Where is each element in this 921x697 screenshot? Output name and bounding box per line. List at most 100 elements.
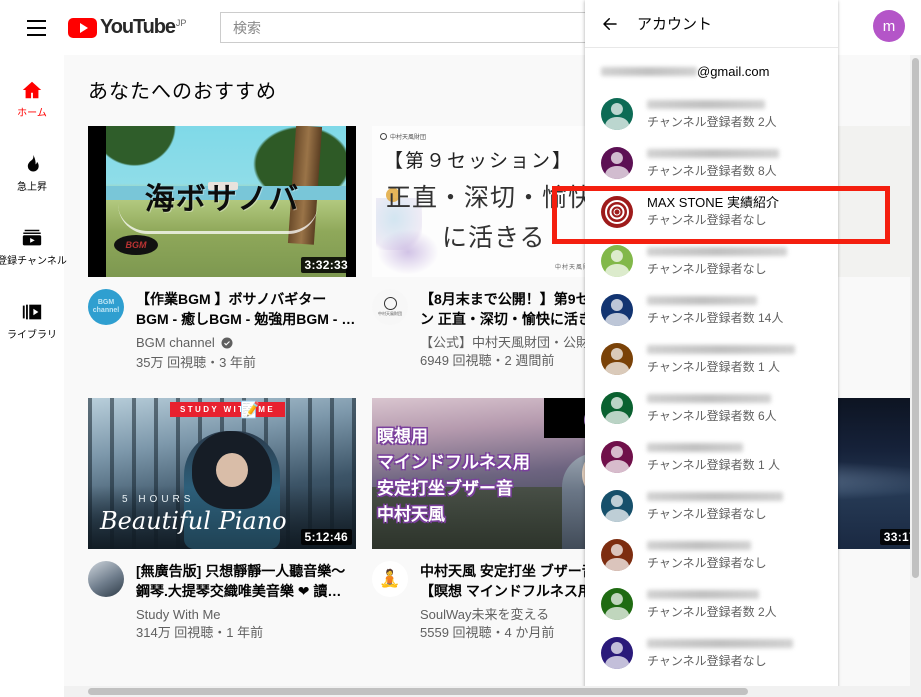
account-list-item[interactable]: チャンネル登録者数 1 人 [585, 432, 838, 481]
thumbnail-tag: STUDY WITH ME [170, 402, 285, 417]
account-item-subscribers: チャンネル登録者なし [647, 261, 828, 278]
account-list-item[interactable]: MAX STONE 実績紹介チャンネル登録者なし [585, 187, 838, 236]
account-item-name: MAX STONE 実績紹介 [647, 195, 828, 211]
blurred-channel-name [647, 492, 783, 501]
account-item-subscribers: チャンネル登録者数 2人 [647, 604, 828, 621]
account-avatar [601, 98, 633, 130]
video-meta: [無廣告版] 只想靜靜一人聽音樂〜鋼琴.大提琴交織唯美音樂 ❤ 讀書.... S… [88, 549, 356, 642]
blurred-channel-name [647, 345, 795, 354]
account-item-subscribers: チャンネル登録者なし [647, 555, 828, 572]
avatar[interactable]: m [873, 10, 905, 42]
maxstone-logo-icon [601, 196, 633, 228]
account-avatar [601, 343, 633, 375]
thumbnail-line-1: 瞑想用 [377, 422, 428, 447]
account-panel-title: アカウント [637, 13, 712, 34]
thumbnail-line-2: マインドフルネス用 [377, 448, 530, 473]
video-title[interactable]: 【作業BGM 】ボサノバギターBGM - 癒しBGM - 勉強用BGM - リラ… [136, 289, 356, 329]
thumbnail-line-3: 安定打坐ブザー音 [377, 474, 513, 499]
video-card[interactable]: STUDY WITH ME 📝 5 HOURS Beautiful Piano … [88, 398, 356, 642]
blurred-channel-name [647, 100, 765, 109]
account-item-text: MAX STONE 実績紹介チャンネル登録者なし [647, 195, 838, 229]
youtube-page: YouTube JP m ホーム 急上昇 [0, 0, 921, 697]
account-email: @gmail.com [585, 48, 838, 89]
thumbnail-text: 海ボサノバ [88, 174, 356, 218]
account-list-item[interactable]: チャンネル登録者数 14人 [585, 285, 838, 334]
account-item-name [647, 243, 828, 260]
notebook-icon: 📝 [240, 400, 260, 420]
account-item-name [647, 390, 828, 407]
video-duration: 3:32:33 [301, 257, 352, 273]
channel-avatar[interactable]: 中村天風財団 [372, 289, 408, 325]
blurred-channel-name [647, 247, 787, 256]
home-icon [20, 78, 44, 102]
blurred-channel-name [647, 639, 793, 648]
blurred-channel-name [647, 541, 751, 550]
account-item-subscribers: チャンネル登録者数 1 人 [647, 359, 828, 376]
video-duration: 5:12:46 [301, 529, 352, 545]
account-item-name [647, 96, 828, 113]
account-list-item[interactable]: チャンネル登録者数 6人 [585, 383, 838, 432]
account-item-text: チャンネル登録者数 2人 [647, 96, 838, 131]
account-list-item[interactable]: チャンネル登録者なし [585, 530, 838, 579]
thumbnail-hours: 5 HOURS [122, 494, 194, 505]
account-item-subscribers: チャンネル登録者数 6人 [647, 408, 828, 425]
account-item-name [647, 537, 828, 554]
sidebar-item-label: 急上昇 [17, 182, 47, 193]
video-stats: 314万 回視聴・1 年前 [136, 624, 356, 642]
hamburger-menu-icon[interactable] [16, 8, 56, 48]
video-card[interactable]: 海ボサノバ BGM 3:32:33 BGMchannel 【作業BGM 】ボサノ… [88, 126, 356, 372]
horizontal-scrollbar-thumb[interactable] [88, 688, 748, 695]
account-list[interactable]: チャンネル登録者数 2人チャンネル登録者数 8人MAX STONE 実績紹介チャ… [585, 89, 838, 697]
blurred-channel-name [647, 149, 779, 158]
thumbnail-line-4: 中村天風 [377, 500, 445, 525]
subscriptions-icon [20, 226, 44, 250]
video-thumbnail[interactable]: 海ボサノバ BGM 3:32:33 [88, 126, 356, 277]
account-avatar [601, 441, 633, 473]
thumbnail-line-3: に活きる [442, 218, 546, 254]
arrow-left-icon[interactable] [601, 15, 619, 33]
channel-avatar[interactable] [88, 561, 124, 597]
account-list-item[interactable]: チャンネル登録者数 2人 [585, 579, 838, 628]
channel-avatar[interactable]: 🧘 [372, 561, 408, 597]
channel-name[interactable]: BGM channel [136, 334, 356, 354]
account-list-item[interactable]: チャンネル登録者なし [585, 481, 838, 530]
youtube-logo[interactable]: YouTube JP [68, 17, 186, 38]
account-list-item[interactable]: チャンネル登録者数 8人 [585, 138, 838, 187]
account-item-text: チャンネル登録者数 1 人 [647, 439, 838, 474]
blurred-channel-name [647, 443, 743, 452]
vertical-scrollbar-thumb[interactable] [912, 58, 919, 578]
video-thumbnail[interactable]: STUDY WITH ME 📝 5 HOURS Beautiful Piano … [88, 398, 356, 549]
sidebar-item-subscriptions[interactable]: 登録チャンネル [0, 209, 64, 283]
account-item-subscribers: チャンネル登録者なし [647, 212, 828, 229]
thumbnail-title: Beautiful Piano [100, 507, 287, 535]
account-item-subscribers: チャンネル登録者なし [647, 653, 828, 670]
sidebar-item-home[interactable]: ホーム [0, 61, 64, 135]
account-avatar [601, 539, 633, 571]
channel-name[interactable]: Study With Me [136, 606, 356, 624]
sidebar-item-trending[interactable]: 急上昇 [0, 135, 64, 209]
account-avatar [601, 588, 633, 620]
account-item-subscribers: チャンネル登録者数 2人 [647, 114, 828, 131]
account-item-name [647, 145, 828, 162]
account-list-item[interactable]: チャンネル登録者なし [585, 236, 838, 285]
sidebar-item-library[interactable]: ライブラリ [0, 283, 64, 357]
account-item-text: チャンネル登録者数 2人 [647, 586, 838, 621]
account-item-text: チャンネル登録者数 14人 [647, 292, 838, 327]
account-list-item[interactable]: チャンネル登録者数 2人 [585, 89, 838, 138]
account-avatar [601, 245, 633, 277]
account-avatar [601, 294, 633, 326]
account-list-item[interactable]: チャンネル登録者数 1 人 [585, 334, 838, 383]
play-icon [68, 18, 97, 38]
verified-icon [221, 336, 233, 354]
library-icon [20, 300, 44, 324]
account-item-name [647, 341, 828, 358]
video-title[interactable]: [無廣告版] 只想靜靜一人聽音樂〜鋼琴.大提琴交織唯美音樂 ❤ 讀書.... [136, 561, 356, 601]
account-item-name [647, 635, 828, 652]
account-item-text: チャンネル登録者数 6人 [647, 390, 838, 425]
account-list-item[interactable]: チャンネル登録者なし [585, 628, 838, 677]
video-stats: 35万 回視聴・3 年前 [136, 354, 356, 372]
channel-avatar[interactable]: BGMchannel [88, 289, 124, 325]
thumbnail-art: STUDY WITH ME 📝 5 HOURS Beautiful Piano [88, 398, 356, 549]
account-item-text: チャンネル登録者数 1 人 [647, 341, 838, 376]
account-item-name [647, 488, 828, 505]
